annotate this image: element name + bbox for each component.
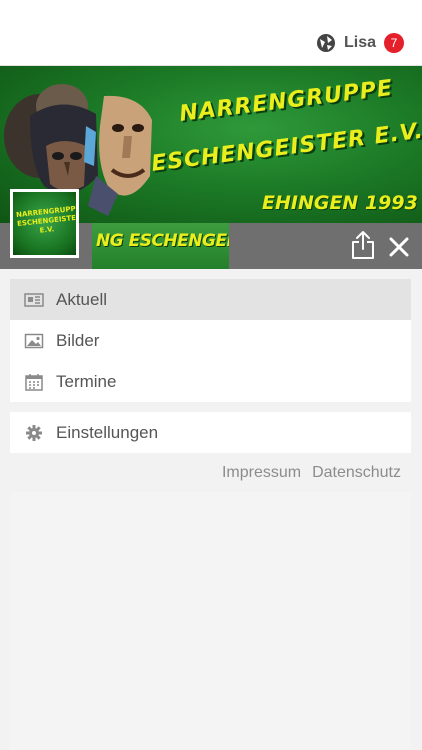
gear-icon bbox=[26, 424, 42, 441]
globe-icon bbox=[316, 34, 335, 52]
share-icon[interactable] bbox=[350, 230, 376, 260]
content-area bbox=[10, 492, 411, 750]
menu-item-einstellungen[interactable]: Einstellungen bbox=[10, 412, 411, 453]
avatar-logo-text: NARRENGRUPPE ESCHENGEISTER E.V. bbox=[16, 204, 76, 238]
footer-links: Impressum Datenschutz bbox=[222, 464, 401, 482]
close-icon[interactable] bbox=[386, 234, 412, 260]
main-menu: Aktuell Bilder Termine bbox=[10, 279, 411, 402]
notification-badge[interactable]: 7 bbox=[384, 33, 404, 53]
menu-item-termine[interactable]: Termine bbox=[10, 361, 411, 402]
banner-year: EHINGEN 1993 bbox=[262, 192, 418, 214]
menu-item-aktuell[interactable]: Aktuell bbox=[10, 279, 411, 320]
calendar-icon bbox=[25, 373, 43, 391]
banner-title-line2: ESCHENGEISTER E.V. bbox=[150, 118, 422, 177]
group-name: NG ESCHENGEISTER bbox=[96, 231, 229, 251]
image-icon bbox=[24, 333, 44, 348]
menu-label-aktuell: Aktuell bbox=[56, 289, 108, 309]
menu-item-bilder[interactable]: Bilder bbox=[10, 320, 411, 361]
top-bar: Lisa 7 bbox=[0, 0, 422, 66]
datenschutz-link[interactable]: Datenschutz bbox=[312, 464, 401, 482]
user-menu[interactable]: Lisa 7 bbox=[316, 30, 404, 56]
user-name[interactable]: Lisa bbox=[344, 34, 376, 52]
banner-title-line1: NARRENGRUPPE bbox=[178, 75, 395, 127]
menu-label-einstellungen: Einstellungen bbox=[56, 422, 159, 442]
newspaper-icon bbox=[24, 292, 44, 307]
group-name-banner: NG ESCHENGEISTER bbox=[92, 223, 229, 269]
avatar[interactable]: NARRENGRUPPE ESCHENGEISTER E.V. bbox=[10, 189, 79, 258]
settings-menu: Einstellungen bbox=[10, 412, 411, 453]
menu-label-termine: Termine bbox=[56, 371, 117, 391]
impressum-link[interactable]: Impressum bbox=[222, 464, 301, 482]
menu-label-bilder: Bilder bbox=[56, 330, 100, 350]
